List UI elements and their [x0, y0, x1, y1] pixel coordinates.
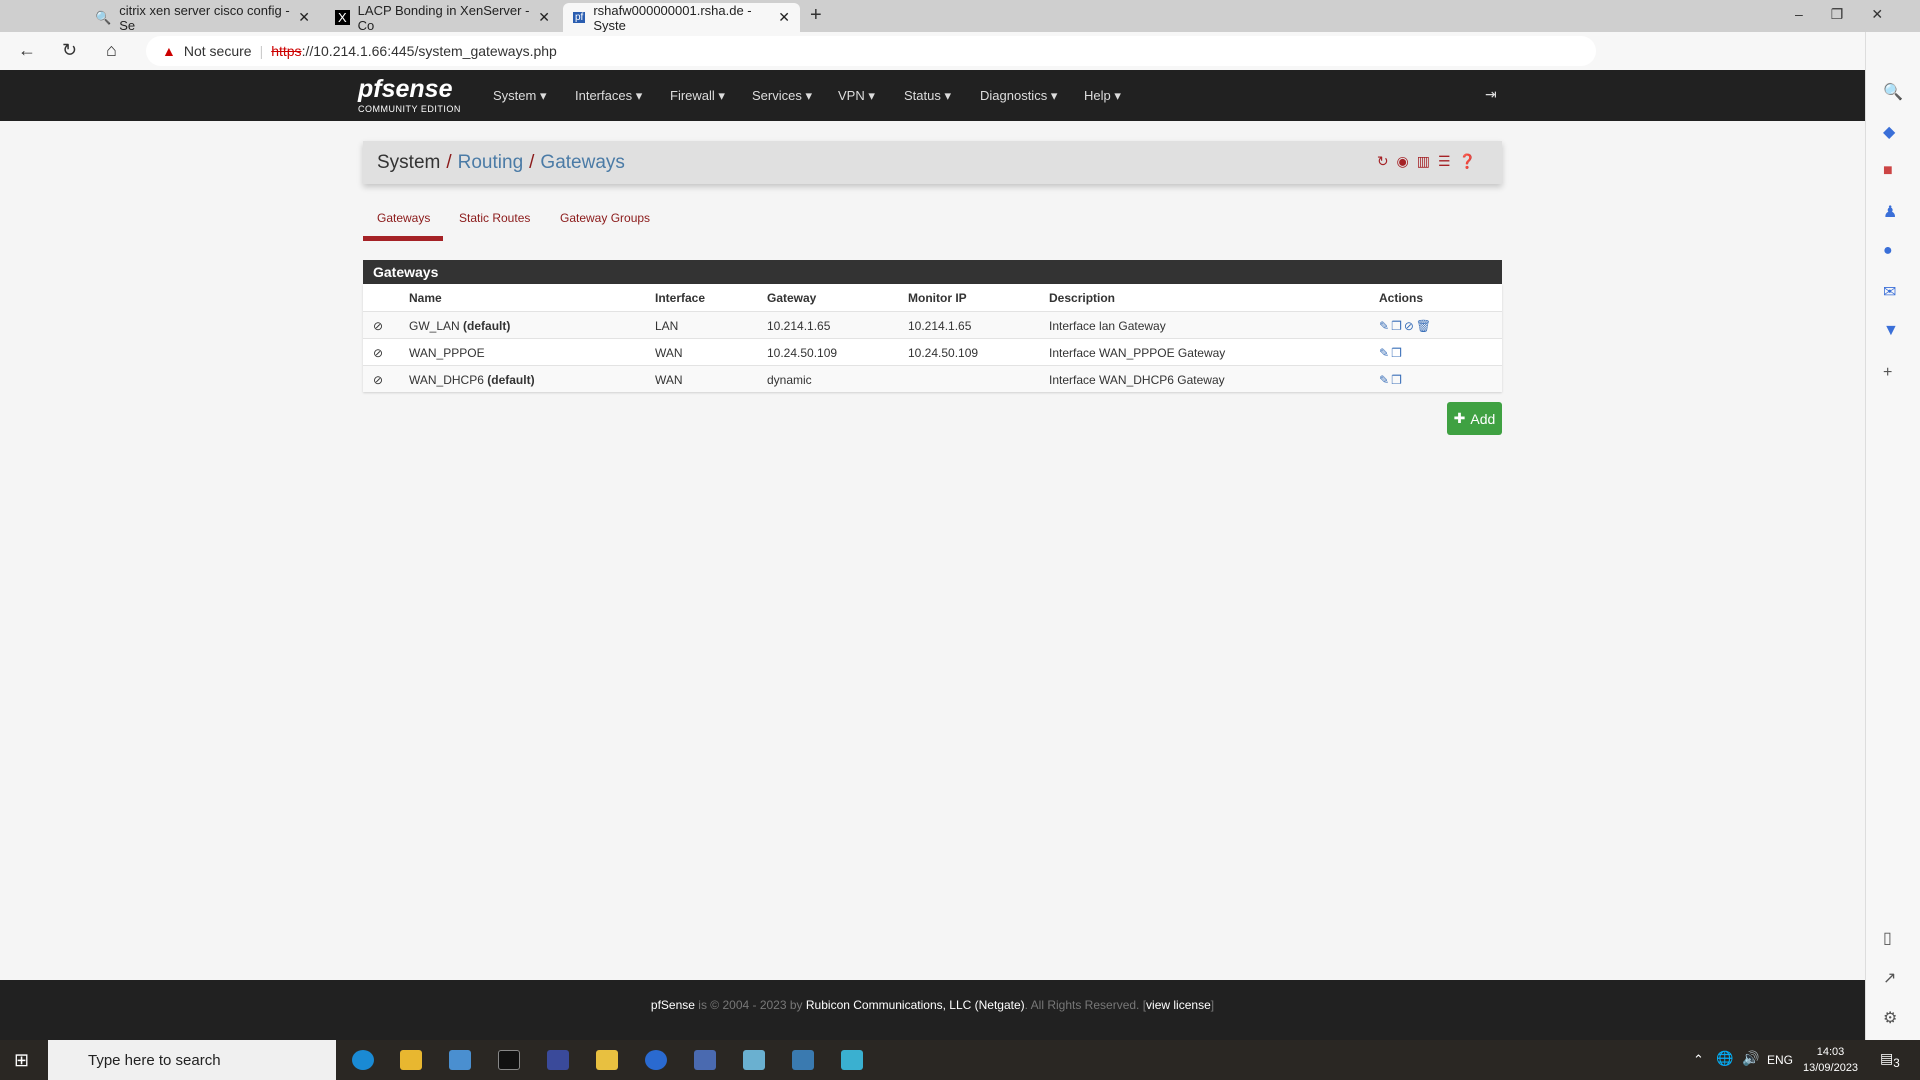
x-logo-icon: X [335, 10, 350, 25]
check-circle-icon: ⊘ [373, 319, 384, 333]
network-icon[interactable]: 🌐 [1716, 1050, 1733, 1067]
sidebar-search-icon[interactable]: 🔍 [1883, 82, 1903, 102]
search-icon: 🔍 [95, 9, 112, 25]
check-circle-icon: ⊘ [373, 346, 384, 360]
tab-gateway-groups[interactable]: Gateway Groups [560, 211, 650, 225]
nav-help[interactable]: Help ▾ [1084, 88, 1121, 104]
sidebar-add-icon[interactable]: + [1883, 364, 1892, 382]
add-gateway-button[interactable]: ✚ Add [1447, 402, 1502, 435]
refresh-icon[interactable]: ↻ [62, 40, 77, 61]
tab-static-routes[interactable]: Static Routes [459, 211, 530, 225]
taskbar-search[interactable]: Type here to search [48, 1040, 336, 1080]
windows-start-icon[interactable]: ⊞ [14, 1050, 29, 1071]
back-icon[interactable]: ← [18, 40, 36, 61]
xen-center-icon[interactable] [645, 1050, 667, 1070]
nav-status[interactable]: Status ▾ [904, 88, 951, 104]
home-icon[interactable]: ⌂ [106, 40, 117, 61]
gateways-table: Name Interface Gateway Monitor IP Descri… [363, 284, 1502, 392]
browser-tab-active[interactable]: pf rshafw000000001.rsha.de - Syste ✕ [563, 3, 800, 33]
clock[interactable]: 14:03 13/09/2023 [1803, 1044, 1858, 1076]
check-circle-icon: ⊘ [373, 373, 384, 387]
table-row: ⊘ WAN_PPPOE WAN 10.24.50.109 10.24.50.10… [363, 338, 1502, 365]
close-tab-icon[interactable]: ✕ [538, 9, 550, 26]
close-tab-icon[interactable]: ✕ [298, 9, 310, 26]
language-indicator[interactable]: ENG [1767, 1053, 1793, 1067]
sidebar-office-icon[interactable]: ● [1883, 242, 1893, 260]
sidebar-hide-icon[interactable]: ▯ [1883, 928, 1892, 948]
new-tab-button[interactable]: + [810, 4, 822, 27]
nav-firewall[interactable]: Firewall ▾ [670, 88, 725, 104]
panel-title: Gateways [363, 260, 1502, 284]
edit-icon[interactable]: ✎ [1379, 373, 1391, 387]
tab-gateways[interactable]: Gateways [377, 211, 430, 225]
table-row: ⊘ GW_LAN (default) LAN 10.214.1.65 10.21… [363, 311, 1502, 338]
calculator-icon[interactable] [792, 1050, 814, 1070]
status-chart-icon[interactable]: ▥ [1417, 153, 1438, 169]
breadcrumb: System / Routing / Gateways ↻◉▥☰❓ [363, 141, 1502, 184]
restart-service-icon[interactable]: ↻◉ [1377, 153, 1417, 169]
nav-interfaces[interactable]: Interfaces ▾ [575, 88, 642, 104]
volume-icon[interactable]: 🔊 [1742, 1050, 1759, 1067]
breadcrumb-gateways[interactable]: Gateways [540, 152, 624, 174]
external-link-icon[interactable]: ↗ [1883, 968, 1896, 988]
nav-services[interactable]: Services ▾ [752, 88, 812, 104]
window-controls[interactable]: –❐✕ [1795, 6, 1911, 23]
app-icon[interactable] [547, 1050, 569, 1070]
browser-tab[interactable]: 🔍 citrix xen server cisco config - Se ✕ [85, 3, 320, 33]
disable-icon[interactable]: ⊘ [1404, 319, 1416, 333]
nav-vpn[interactable]: VPN ▾ [838, 88, 875, 104]
file-explorer-icon[interactable] [400, 1050, 422, 1070]
close-tab-icon[interactable]: ✕ [778, 9, 790, 26]
sidebar-shopping-icon[interactable]: ◆ [1883, 122, 1895, 142]
warning-icon: ▲ [162, 43, 176, 59]
notifications-icon[interactable]: ▤3 [1880, 1050, 1900, 1070]
breadcrumb-routing[interactable]: Routing [458, 152, 524, 174]
pfsense-favicon-icon: pf [573, 12, 586, 23]
browser-tab[interactable]: X LACP Bonding in XenServer - Co ✕ [325, 3, 560, 33]
log-icon[interactable]: ☰ [1438, 153, 1459, 169]
nav-system[interactable]: System ▾ [493, 88, 546, 104]
browser-tab-bar: 🔍 citrix xen server cisco config - Se ✕ XL… [0, 0, 1920, 33]
copy-icon[interactable]: ❐ [1391, 346, 1404, 360]
footer: pfSense is © 2004 - 2023 by Rubicon Comm… [0, 980, 1865, 1040]
table-row: ⊘ WAN_DHCP6 (default) WAN dynamic Interf… [363, 365, 1502, 392]
mail-icon[interactable] [596, 1050, 618, 1070]
app-icon[interactable] [449, 1050, 471, 1070]
app-icon[interactable] [841, 1050, 863, 1070]
netgate-link[interactable]: Rubicon Communications, LLC (Netgate) [806, 998, 1025, 1012]
copy-icon[interactable]: ❐ [1391, 319, 1404, 333]
edge-sidebar [1865, 32, 1920, 1040]
sidebar-tools-icon[interactable]: ■ [1883, 162, 1893, 180]
tray-chevron-icon[interactable]: ⌃ [1693, 1052, 1704, 1068]
sidebar-games-icon[interactable]: ♟ [1883, 202, 1897, 222]
url-input[interactable]: ▲ Not secure | https://10.214.1.66:445/s… [146, 36, 1596, 66]
active-tab-indicator [363, 236, 443, 241]
app-icon[interactable] [694, 1050, 716, 1070]
edit-icon[interactable]: ✎ [1379, 346, 1391, 360]
pfsense-logo[interactable]: pfsense COMMUNITY EDITION [358, 75, 461, 114]
edit-icon[interactable]: ✎ [1379, 319, 1391, 333]
terminal-icon[interactable] [498, 1050, 520, 1070]
nav-diagnostics[interactable]: Diagnostics ▾ [980, 88, 1057, 104]
logout-icon[interactable]: ⇥ [1485, 86, 1497, 103]
app-icon[interactable] [743, 1050, 765, 1070]
table-header: Name Interface Gateway Monitor IP Descri… [363, 284, 1502, 311]
copy-icon[interactable]: ❐ [1391, 373, 1404, 387]
plus-icon: ✚ [1453, 410, 1466, 426]
edge-taskbar-icon[interactable] [352, 1050, 374, 1070]
security-label[interactable]: Not secure [184, 43, 252, 59]
view-license-link[interactable]: view license [1146, 998, 1211, 1012]
settings-gear-icon[interactable]: ⚙ [1883, 1008, 1897, 1028]
breadcrumb-system: System [377, 151, 441, 173]
help-icon[interactable]: ❓ [1459, 153, 1484, 169]
delete-icon[interactable]: 🗑 [1416, 319, 1433, 333]
sidebar-outlook-icon[interactable]: ✉ [1883, 282, 1896, 302]
sidebar-drop-icon[interactable]: ▼ [1883, 322, 1899, 340]
